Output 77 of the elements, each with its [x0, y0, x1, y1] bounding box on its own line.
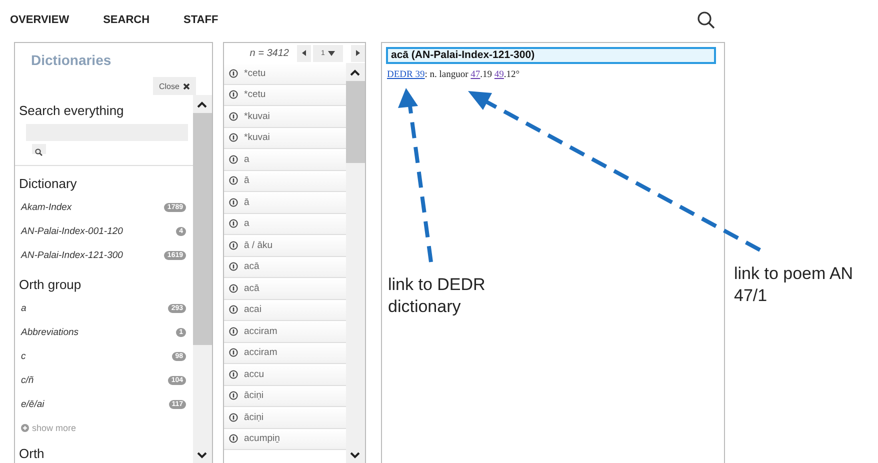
entry-item[interactable]: āciṇi	[244, 412, 264, 423]
entry-item[interactable]: acciram	[244, 347, 278, 358]
facet-item[interactable]: a	[21, 302, 26, 314]
entry-item[interactable]: *kuvai	[244, 132, 270, 144]
facet-item[interactable]: AN-Palai-Index-121-300	[21, 250, 123, 260]
entry-item[interactable]: ā / āku	[244, 240, 273, 251]
info-icon[interactable]	[229, 326, 238, 336]
info-icon[interactable]	[229, 370, 238, 379]
scroll-down-icon[interactable]	[350, 452, 360, 459]
right-triangle-icon	[356, 50, 360, 56]
section-heading: Search everything	[18, 102, 125, 118]
facet-item[interactable]: Abbreviations	[21, 326, 79, 338]
info-icon[interactable]	[229, 305, 238, 314]
scrollbar[interactable]	[346, 63, 365, 463]
caret-icon	[328, 50, 335, 56]
facet-item[interactable]: Akam-Index	[21, 202, 72, 212]
entry-item[interactable]: *kuvai	[244, 110, 270, 122]
scroll-up-icon[interactable]	[197, 101, 207, 108]
show-more-link[interactable]: show more	[32, 423, 76, 433]
info-icon[interactable]	[229, 262, 238, 272]
close-icon	[183, 82, 190, 90]
entry-item[interactable]: ā	[244, 196, 250, 208]
info-icon[interactable]	[229, 240, 238, 250]
entry-item[interactable]: acā	[244, 282, 260, 294]
scrollbar-thumb[interactable]	[193, 113, 212, 345]
panel-title: Dictionaries	[30, 51, 112, 70]
facet-item[interactable]: c/ñ	[21, 374, 34, 386]
entry-title: acā (AN-Palai-Index-121-300)	[386, 47, 716, 64]
entry-item[interactable]: a	[244, 154, 250, 165]
close-button[interactable]: Close	[153, 77, 196, 95]
entry-item[interactable]: a	[244, 218, 250, 230]
facet-item[interactable]: AN-Palai-Index-001-120	[21, 226, 123, 236]
nav-link[interactable]: SEARCH	[103, 14, 150, 26]
scrollbar-thumb[interactable]	[346, 81, 365, 163]
info-icon[interactable]	[229, 90, 238, 100]
facet-item[interactable]: c	[21, 350, 26, 362]
info-icon[interactable]	[229, 434, 238, 444]
info-icon[interactable]	[229, 412, 238, 422]
info-icon[interactable]	[229, 68, 238, 78]
link[interactable]: 49	[494, 70, 504, 80]
entry-item[interactable]: acciram	[244, 326, 278, 337]
link[interactable]: 47	[470, 70, 480, 80]
previous-page-button[interactable]	[297, 44, 311, 62]
facet-heading: Orth	[18, 445, 46, 461]
scrollbar[interactable]	[193, 95, 212, 463]
entry-definition: DEDR 39: n. languor 47.19 49.12°	[387, 70, 521, 80]
plus-icon	[21, 424, 29, 432]
entry-item[interactable]: acumpiṉ	[244, 433, 280, 444]
entry-item[interactable]: acā	[244, 261, 260, 272]
info-icon[interactable]	[229, 219, 238, 228]
entry-item[interactable]: acai	[244, 304, 262, 316]
info-icon[interactable]	[229, 154, 238, 164]
left-triangle-icon	[302, 50, 306, 56]
entry-item[interactable]: āciṇi	[244, 390, 264, 402]
search-button[interactable]	[32, 144, 46, 154]
info-icon[interactable]	[229, 112, 238, 121]
info-icon[interactable]	[229, 348, 238, 358]
nav-link[interactable]: OVERVIEW	[10, 14, 70, 26]
facet-item[interactable]: e/ē/ai	[21, 398, 44, 410]
entry-item[interactable]: *cetu	[244, 68, 266, 79]
info-icon[interactable]	[229, 198, 238, 207]
scroll-down-icon[interactable]	[197, 452, 207, 459]
info-icon[interactable]	[229, 391, 238, 400]
result-count: n = 3412	[250, 48, 289, 58]
entry-item[interactable]: ā	[244, 175, 250, 186]
info-icon[interactable]	[229, 176, 238, 186]
scroll-up-icon[interactable]	[350, 69, 360, 76]
facet-heading: Dictionary	[18, 175, 78, 191]
facet-heading: Orth group	[18, 276, 82, 292]
info-icon[interactable]	[229, 133, 238, 142]
info-icon[interactable]	[229, 284, 238, 293]
entry-item[interactable]: accu	[244, 368, 264, 380]
next-page-button[interactable]	[351, 44, 365, 62]
search-icon[interactable]	[697, 11, 715, 29]
nav-link[interactable]: STAFF	[184, 14, 218, 26]
link[interactable]: DEDR 39	[387, 70, 425, 80]
entry-item[interactable]: *cetu	[244, 89, 266, 100]
